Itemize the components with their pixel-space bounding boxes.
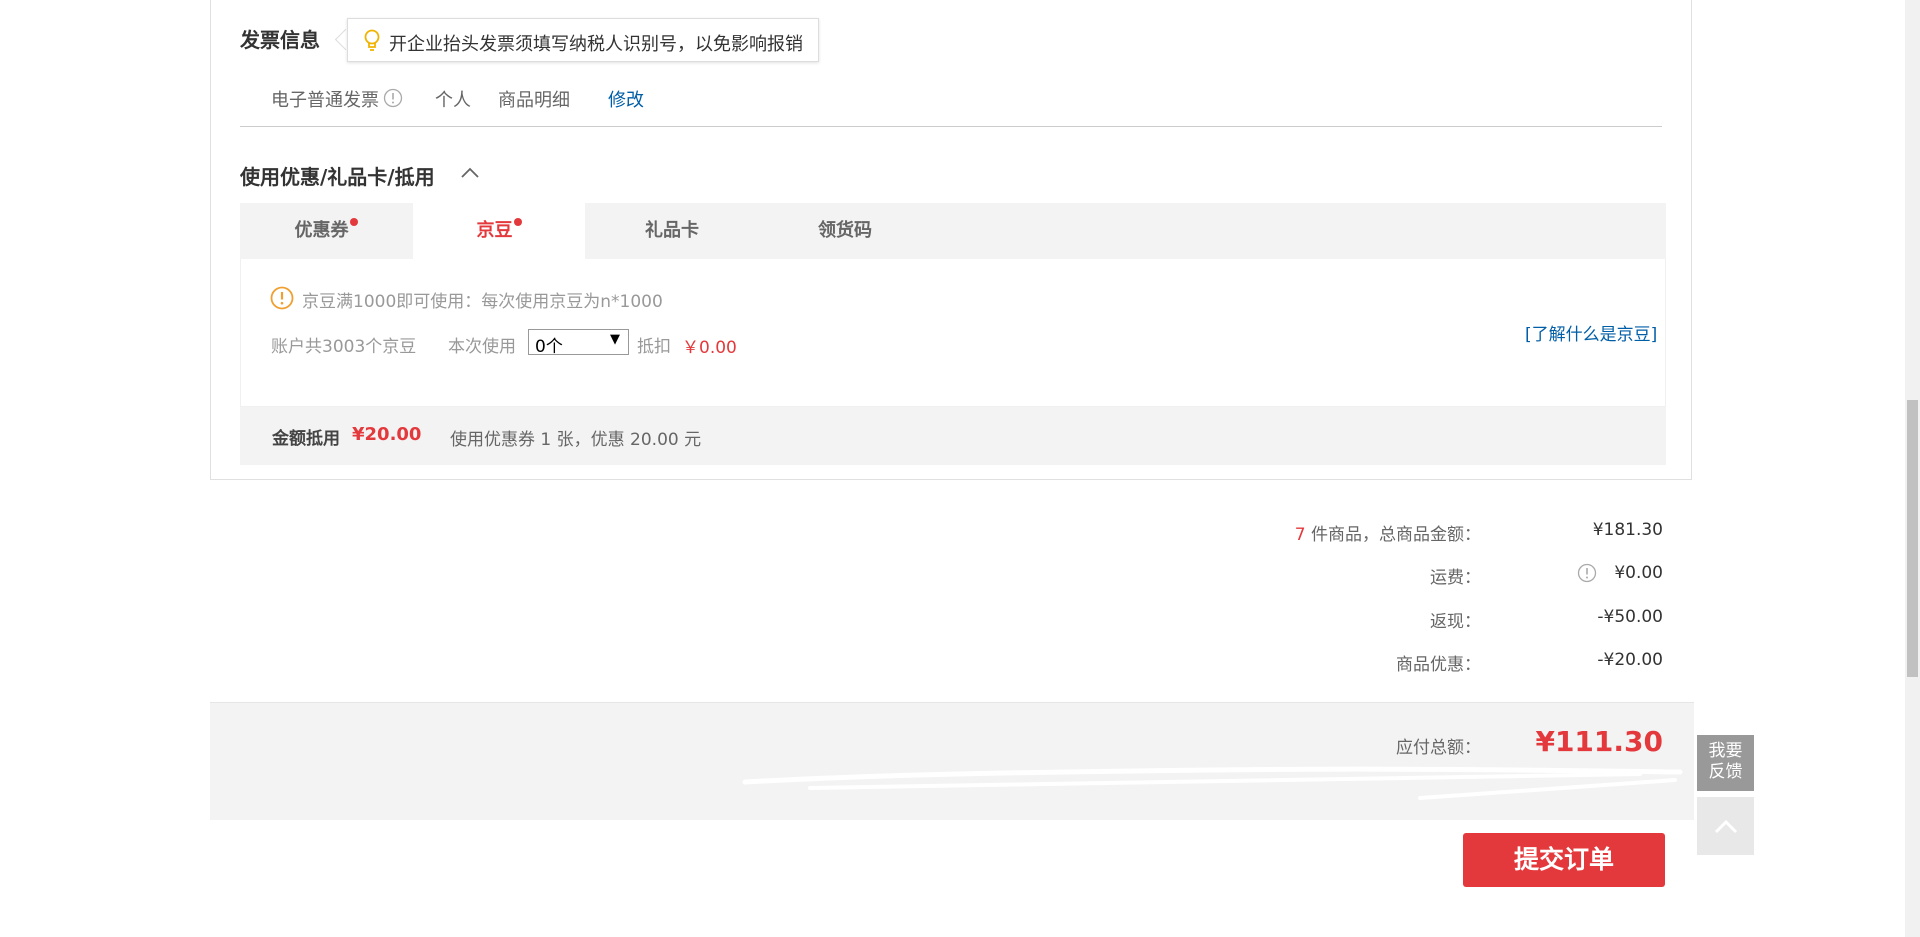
warning-icon: [270, 286, 294, 310]
tab-label: 领货码: [818, 220, 872, 241]
tab-giftcard[interactable]: 礼品卡: [586, 203, 758, 259]
tab-label: 优惠券: [294, 220, 349, 241]
lightbulb-icon: [364, 29, 380, 51]
total-payable-label: 应付总额：: [1396, 738, 1481, 758]
invoice-type: 电子普通发票: [271, 90, 379, 111]
tab-jingdou[interactable]: 京豆: [413, 203, 585, 261]
goods-discount-label: 商品优惠：: [1396, 655, 1481, 675]
redaction-scribble: [742, 766, 1683, 800]
cashback-label: 返现：: [1430, 612, 1481, 632]
learn-jingdou-link[interactable]: [了解什么是京豆]: [1525, 320, 1657, 345]
select-value: 0个: [535, 337, 563, 357]
invoice-modify-link[interactable]: 修改: [608, 86, 644, 112]
goods-total-value: ¥181.30: [1592, 520, 1663, 540]
item-count: 7: [1294, 525, 1306, 545]
notice-dot: [349, 218, 358, 226]
info-icon[interactable]: [383, 88, 403, 108]
invoice-holder: 个人: [435, 90, 471, 111]
jingdou-use-label: 本次使用: [448, 337, 516, 357]
chevron-up-icon[interactable]: [459, 164, 481, 182]
feedback-button[interactable]: 我要 反馈: [1697, 735, 1754, 791]
dropdown-arrow-icon: ▼: [610, 332, 620, 347]
discount-amount-label: 金额抵用: [272, 429, 340, 449]
jingdou-deduct-value: ￥0.00: [682, 338, 737, 358]
goods-total-text: 件商品，总商品金额：: [1305, 525, 1481, 545]
jingdou-rule: 京豆满1000即可使用：每次使用京豆为n*1000: [302, 292, 663, 312]
invoice-title: 发票信息: [240, 28, 320, 52]
chevron-up-icon: [1714, 819, 1738, 834]
tab-label: 京豆: [476, 220, 513, 241]
total-payable-value: ¥111.30: [1535, 725, 1663, 758]
coupon-section-title: 使用优惠/礼品卡/抵用: [240, 165, 435, 189]
jingdou-balance: 账户共3003个京豆: [271, 337, 417, 357]
cashback-value: -¥50.00: [1597, 607, 1663, 627]
shipping-value: ¥0.00: [1614, 563, 1663, 583]
scrollbar-thumb[interactable]: [1907, 400, 1918, 677]
info-icon[interactable]: [1577, 563, 1597, 583]
jingdou-deduct-label: 抵扣: [637, 337, 671, 357]
invoice-content: 商品明细: [498, 90, 570, 111]
goods-total-label: 7 件商品，总商品金额：: [1295, 520, 1481, 545]
discount-description: 使用优惠券 1 张，优惠 20.00 元: [450, 430, 702, 450]
goods-discount-value: -¥20.00: [1597, 650, 1663, 670]
invoice-tip-text: 开企业抬头发票须填写纳税人识别号，以免影响报销: [389, 34, 803, 55]
divider: [240, 126, 1662, 127]
discount-amount-value: ¥20.00: [352, 424, 422, 445]
feedback-label-line2: 反馈: [1708, 762, 1743, 782]
submit-order-button[interactable]: 提交订单: [1463, 833, 1665, 887]
feedback-label-line1: 我要: [1708, 741, 1743, 761]
jingdou-amount-select[interactable]: 0个 ▼: [528, 329, 629, 357]
shipping-label: 运费：: [1430, 568, 1481, 588]
tab-coupon[interactable]: 优惠券: [240, 203, 412, 259]
tab-label: 礼品卡: [645, 220, 699, 241]
notice-dot: [513, 218, 522, 226]
tab-pickup-code[interactable]: 领货码: [759, 203, 931, 259]
back-to-top-button[interactable]: [1697, 797, 1754, 855]
